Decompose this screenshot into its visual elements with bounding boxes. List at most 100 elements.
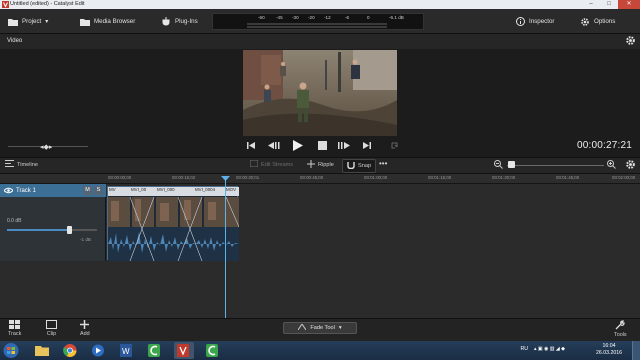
- clip-label[interactable]: MVI_0004: [195, 187, 215, 192]
- ruler-tick: 00:01:00;00: [364, 175, 388, 180]
- system-tray-icons[interactable]: ▴ ▣ ◉ ▥ ◢ ◆: [534, 346, 600, 353]
- start-button-icon[interactable]: [2, 342, 22, 359]
- ripple-label: Ripple: [318, 162, 334, 168]
- fade-tool-dropdown[interactable]: Fade Tool ▾: [283, 322, 357, 334]
- inspector-button[interactable]: Inspector: [516, 9, 554, 34]
- plug-icon: [161, 17, 171, 26]
- playhead[interactable]: [225, 176, 226, 318]
- step-back-icon[interactable]: [268, 141, 280, 152]
- snap-label: Snap: [358, 163, 372, 169]
- go-to-end-icon[interactable]: [362, 141, 371, 152]
- media-browser-button[interactable]: Media Browser: [80, 9, 135, 34]
- zoom-slider-track[interactable]: [507, 165, 604, 166]
- clip-menu-button[interactable]: Clip: [46, 320, 57, 337]
- taskbar-clock[interactable]: 16:04 26.03.2016: [596, 343, 622, 357]
- project-button[interactable]: Project ▾: [8, 9, 48, 34]
- ruler-tick: 00:00:15;02: [172, 175, 196, 180]
- track-menu-button[interactable]: Track: [8, 320, 21, 337]
- close-button[interactable]: ✕: [618, 0, 640, 9]
- timeline-settings-gear-icon[interactable]: [625, 159, 636, 172]
- catalyst-taskbar-icon[interactable]: [174, 342, 194, 359]
- pan-value-label: -1 dB: [80, 237, 91, 242]
- tools-label: Tools: [614, 332, 627, 338]
- video-panel-header: Video: [0, 34, 640, 49]
- plugins-button[interactable]: Plug-Ins: [161, 9, 198, 34]
- volume-slider-track[interactable]: [71, 229, 97, 231]
- magnet-icon: [347, 161, 355, 171]
- zoom-out-icon[interactable]: [494, 160, 503, 171]
- camtasia-taskbar-icon[interactable]: [145, 342, 165, 359]
- snap-button[interactable]: Snap: [342, 159, 377, 173]
- video-preview-frame: [243, 50, 397, 136]
- plus-icon: [80, 320, 90, 331]
- chrome-taskbar-icon[interactable]: [61, 342, 81, 359]
- more-options-icon[interactable]: •••: [379, 159, 387, 168]
- minimize-button[interactable]: –: [582, 0, 600, 9]
- clip-label[interactable]: MV: [109, 187, 116, 192]
- meter-scale-label: -45: [276, 15, 283, 20]
- show-desktop-button[interactable]: [632, 341, 640, 360]
- video-settings-gear-icon[interactable]: [625, 35, 636, 48]
- tools-button[interactable]: Tools: [614, 320, 627, 338]
- inspector-label: Inspector: [529, 18, 555, 25]
- chevron-down-icon: ▾: [45, 18, 49, 25]
- media-player-taskbar-icon[interactable]: [89, 342, 109, 359]
- ruler-tick: 00:00:00;00: [108, 175, 132, 180]
- track-label: Track: [8, 331, 22, 337]
- meter-scale-label: -30: [292, 15, 299, 20]
- explorer-taskbar-icon[interactable]: [33, 342, 53, 359]
- go-to-start-icon[interactable]: [247, 141, 256, 152]
- window-title-bar: Untitled (edited) - Catalyst Edit – □ ✕: [0, 0, 640, 9]
- clock-time: 16:04: [602, 343, 616, 349]
- project-label: Project: [22, 18, 42, 25]
- gear-icon: [580, 17, 590, 27]
- meter-bar-left: [247, 23, 387, 25]
- zoom-slider-thumb[interactable]: [508, 161, 515, 168]
- timeline-ruler[interactable]: 00:00:00;00 00:00:15;02 00:00:30;01 00:0…: [0, 174, 640, 184]
- ruler-tick: 00:01:45;00: [556, 175, 580, 180]
- solo-button[interactable]: S: [94, 186, 103, 195]
- meter-bar-right: [247, 26, 387, 28]
- volume-slider-thumb[interactable]: [67, 226, 72, 234]
- clip-label[interactable]: MVI_000: [157, 187, 175, 192]
- chevron-down-icon: ▾: [338, 325, 342, 331]
- wrench-icon: [614, 320, 627, 332]
- stop-icon[interactable]: [318, 141, 327, 152]
- clock-date: 26.03.2016: [596, 350, 622, 356]
- zoom-in-icon[interactable]: [607, 160, 616, 171]
- add-menu-button[interactable]: Add: [80, 320, 90, 337]
- ruler-tick: 00:01:30;00: [492, 175, 516, 180]
- jog-shuttle-icon[interactable]: ◂◆▸: [40, 143, 52, 151]
- clip-label[interactable]: MVI_00: [131, 187, 146, 192]
- app-logo-icon: [2, 1, 9, 8]
- main-toolbar: Project ▾ Media Browser Plug-Ins -60 -45…: [0, 9, 640, 34]
- meter-scale-label: 0: [367, 15, 370, 20]
- clip-label[interactable]: MOV: [226, 187, 236, 192]
- ripple-button[interactable]: Ripple: [307, 160, 334, 170]
- svg-text:W: W: [122, 347, 130, 356]
- plugins-label: Plug-Ins: [175, 18, 198, 25]
- ruler-tick: 00:02:00;00: [612, 175, 636, 180]
- edit-streams-label: Edit Streams: [261, 161, 294, 168]
- camtasia-recorder-taskbar-icon[interactable]: [203, 342, 223, 359]
- ripple-icon: [307, 160, 315, 170]
- eye-icon[interactable]: [3, 187, 14, 196]
- step-forward-icon[interactable]: [338, 141, 350, 152]
- mute-button[interactable]: M: [83, 186, 92, 195]
- loop-icon[interactable]: [390, 141, 399, 152]
- options-button[interactable]: Options: [580, 9, 615, 34]
- media-browser-label: Media Browser: [94, 18, 136, 25]
- timecode-display: 00:00:27:21: [576, 140, 632, 151]
- track-name-label: Track 1: [16, 188, 36, 194]
- ruler-tick: 00:01:15;00: [428, 175, 452, 180]
- timeline-label: Timeline: [17, 161, 38, 168]
- play-icon[interactable]: [292, 140, 303, 153]
- edit-streams-button[interactable]: Edit Streams: [249, 159, 294, 169]
- meter-peak-value: -6.1 dB: [389, 15, 404, 20]
- clip-group[interactable]: [107, 186, 240, 262]
- edit-streams-icon: [249, 159, 259, 169]
- word-taskbar-icon[interactable]: W: [117, 342, 137, 359]
- language-indicator[interactable]: RU: [521, 346, 529, 352]
- timeline-title: Timeline: [5, 160, 38, 169]
- maximize-button[interactable]: □: [600, 0, 618, 9]
